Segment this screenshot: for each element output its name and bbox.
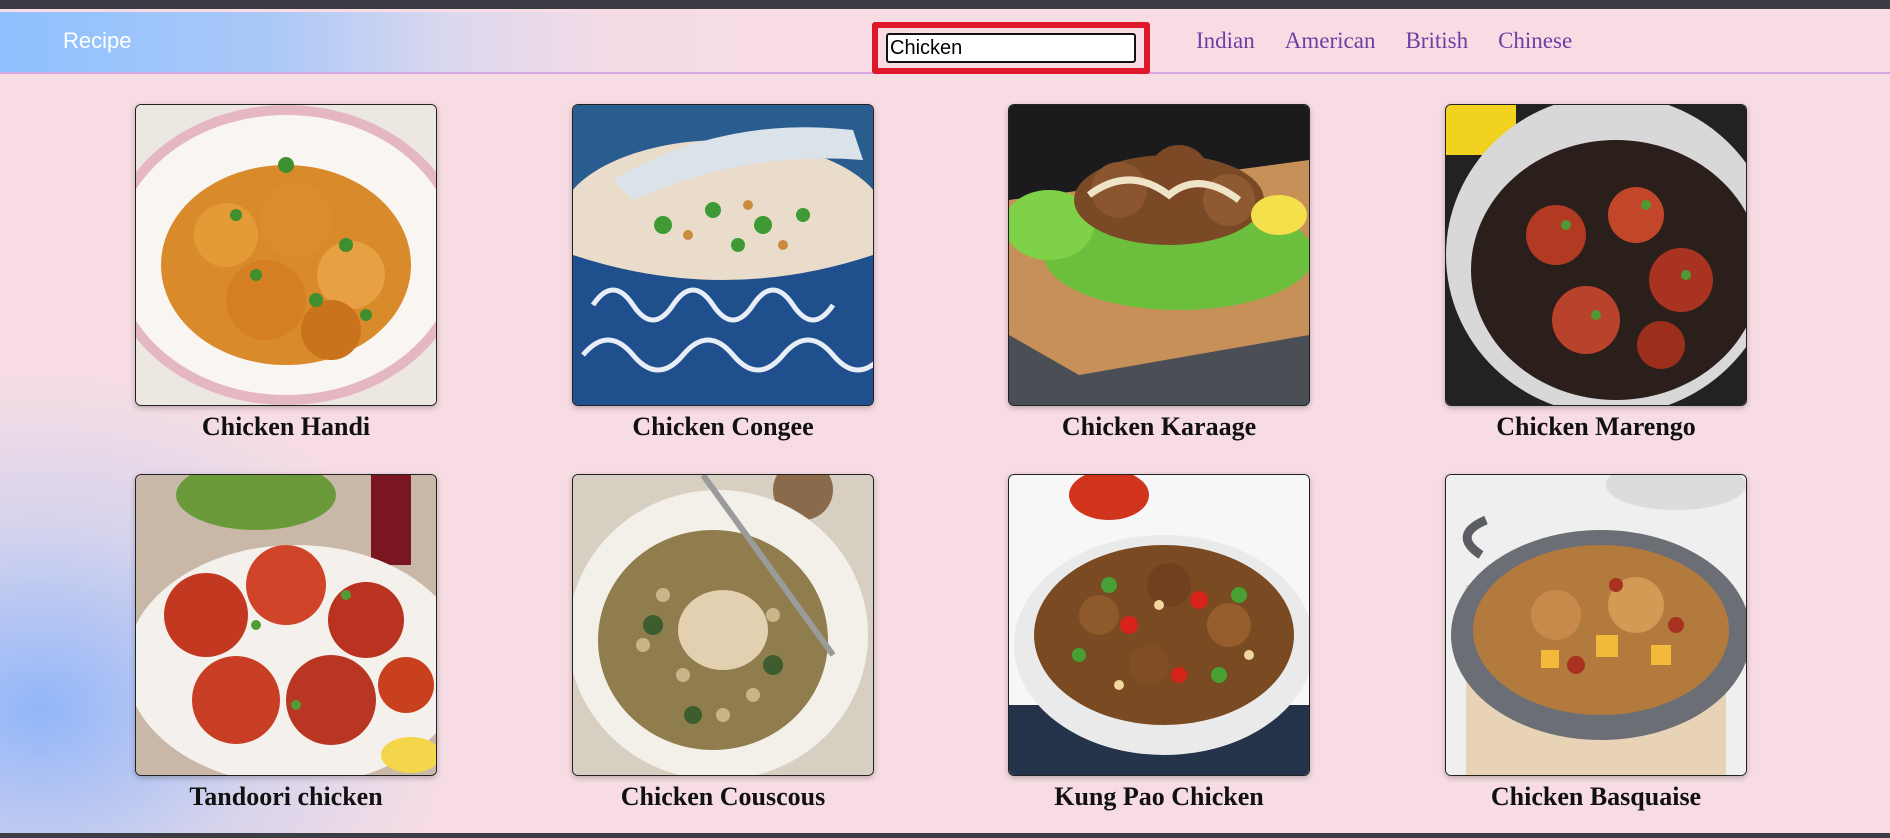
recipe-title[interactable]: Chicken Couscous <box>572 782 874 812</box>
recipe-title[interactable]: Chicken Congee <box>572 412 874 442</box>
browser-top-strip <box>0 0 1890 9</box>
search-input[interactable] <box>886 33 1136 63</box>
recipe-title[interactable]: Tandoori chicken <box>135 782 437 812</box>
recipe-title[interactable]: Chicken Karaage <box>1008 412 1310 442</box>
recipe-image[interactable] <box>1445 474 1747 776</box>
recipe-title[interactable]: Chicken Basquaise <box>1445 782 1747 812</box>
recipe-card[interactable]: Kung Pao Chicken <box>1008 474 1310 812</box>
recipe-card[interactable]: Tandoori chicken <box>135 474 437 812</box>
nav-link-american[interactable]: American <box>1285 28 1376 54</box>
brand-logo[interactable]: Recipe <box>63 28 131 54</box>
nav-link-british[interactable]: British <box>1405 28 1468 54</box>
browser-bottom-strip <box>0 833 1890 838</box>
nav-link-chinese[interactable]: Chinese <box>1498 28 1572 54</box>
search-highlight-box <box>872 22 1150 74</box>
recipe-image[interactable] <box>1445 104 1747 406</box>
nav-link-indian[interactable]: Indian <box>1196 28 1255 54</box>
navbar: Recipe Indian American British Chinese <box>0 12 1890 74</box>
recipe-title[interactable]: Kung Pao Chicken <box>1008 782 1310 812</box>
recipe-card[interactable]: Chicken Couscous <box>572 474 874 812</box>
recipe-image[interactable] <box>1008 104 1310 406</box>
recipe-card[interactable]: Chicken Handi <box>135 104 437 442</box>
recipe-image[interactable] <box>1008 474 1310 776</box>
recipe-card[interactable]: Chicken Marengo <box>1445 104 1747 442</box>
recipe-title[interactable]: Chicken Marengo <box>1445 412 1747 442</box>
recipe-card[interactable]: Chicken Karaage <box>1008 104 1310 442</box>
recipe-title[interactable]: Chicken Handi <box>135 412 437 442</box>
recipe-image[interactable] <box>572 474 874 776</box>
recipe-card[interactable]: Chicken Basquaise <box>1445 474 1747 812</box>
recipe-image[interactable] <box>135 104 437 406</box>
cuisine-nav: Indian American British Chinese <box>1196 28 1572 54</box>
recipe-image[interactable] <box>135 474 437 776</box>
page: Recipe Indian American British Chinese <box>0 9 1890 833</box>
recipe-card[interactable]: Chicken Congee <box>572 104 874 442</box>
recipe-image[interactable] <box>572 104 874 406</box>
